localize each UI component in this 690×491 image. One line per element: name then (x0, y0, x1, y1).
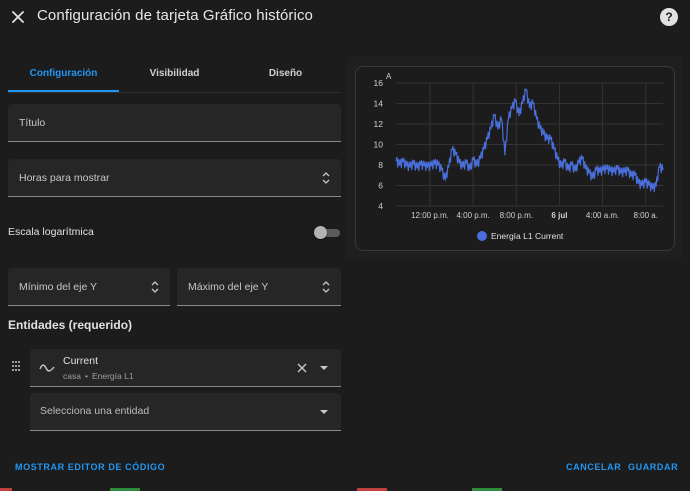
entity-select-field[interactable]: Selecciona una entidad (30, 393, 341, 431)
y-min-label: Mínimo del eje Y (19, 280, 98, 293)
y-tick-label: 16 (374, 78, 384, 88)
entity-picker-current[interactable]: Current casa • Energía L1 (30, 349, 341, 387)
y-tick-label: 10 (374, 140, 384, 150)
y-axis-min-field[interactable]: Mínimo del eje Y (8, 268, 170, 306)
log-scale-toggle[interactable] (314, 226, 341, 239)
entity-select-placeholder: Selecciona una entidad (40, 405, 150, 417)
chevron-down-icon[interactable] (320, 409, 328, 415)
help-icon: ? (665, 10, 673, 24)
tab-configuracion[interactable]: Configuración (8, 58, 119, 92)
x-tick-label: 4:00 p.m. (456, 211, 489, 220)
hours-field-label: Horas para mostrar (19, 171, 110, 184)
entity-separator: • (84, 371, 88, 381)
title-field[interactable]: Título (8, 104, 341, 142)
x-tick-label: 4:00 a.m. (586, 211, 619, 220)
x-tick-label: 12:00 p.m. (411, 211, 449, 220)
legend-swatch (477, 231, 487, 241)
tab-diseno[interactable]: Diseño (230, 58, 341, 92)
entity-name: Current (63, 355, 99, 367)
chart-legend[interactable]: Energía L1 Current (477, 231, 563, 241)
close-button[interactable] (8, 7, 28, 27)
dialog-header: Configuración de tarjeta Gráfico históri… (0, 0, 690, 36)
hours-to-show-field[interactable]: Horas para mostrar (8, 159, 341, 197)
x-tick-label: 8:00 a. (634, 211, 658, 220)
log-scale-label: Escala logarítmica (8, 226, 94, 238)
cancel-button[interactable]: CANCELAR (566, 462, 621, 472)
entity-area: casa (63, 371, 81, 381)
toggle-thumb (314, 226, 327, 239)
y-tick-label: 14 (374, 99, 384, 109)
dialog-title: Configuración de tarjeta Gráfico históri… (37, 7, 314, 24)
entity-context: casa • Energía L1 (63, 371, 134, 381)
chevron-down-icon[interactable] (320, 365, 328, 371)
save-button[interactable]: GUARDAR (628, 462, 678, 472)
legend-label: Energía L1 Current (491, 231, 564, 241)
tab-visibilidad[interactable]: Visibilidad (119, 58, 230, 92)
show-code-editor-button[interactable]: MOSTRAR EDITOR DE CÓDIGO (15, 462, 165, 472)
sine-wave-icon (39, 364, 55, 372)
help-button[interactable]: ? (660, 8, 678, 26)
y-tick-label: 8 (378, 160, 383, 170)
x-tick-label: 6 jul (551, 211, 567, 220)
series-line-energia-l1-current (395, 88, 664, 193)
editor-tabs: Configuración Visibilidad Diseño (8, 58, 341, 92)
clear-icon[interactable] (296, 362, 308, 374)
stepper-icon[interactable] (321, 171, 331, 185)
tabs-divider (8, 92, 341, 93)
drag-handle-icon[interactable] (11, 360, 21, 372)
history-chart: 4 6 8 10 12 14 16A 12:00 p.m. 4:00 p.m. 8:00 p.m.… (374, 72, 664, 220)
entity-device: Energía L1 (91, 371, 134, 381)
y-max-label: Máximo del eje Y (188, 280, 269, 293)
history-graph-card: 4 6 8 10 12 14 16 A 12:00 p.m. 4:00 p.m. 8:00 p.m.… (355, 66, 675, 251)
y-tick-label: 12 (374, 119, 384, 129)
y-tick-label: 6 (378, 181, 383, 191)
stepper-icon[interactable] (321, 280, 331, 294)
y-tick-label: 4 (378, 201, 383, 211)
stepper-icon[interactable] (150, 280, 160, 294)
y-axis-unit-label: A (386, 72, 392, 81)
x-tick-label: 8:00 p.m. (500, 211, 533, 220)
entities-section-title: Entidades (requerido) (8, 318, 133, 332)
title-field-label: Título (19, 116, 46, 129)
y-axis-max-field[interactable]: Máximo del eje Y (177, 268, 341, 306)
close-icon (12, 11, 24, 23)
